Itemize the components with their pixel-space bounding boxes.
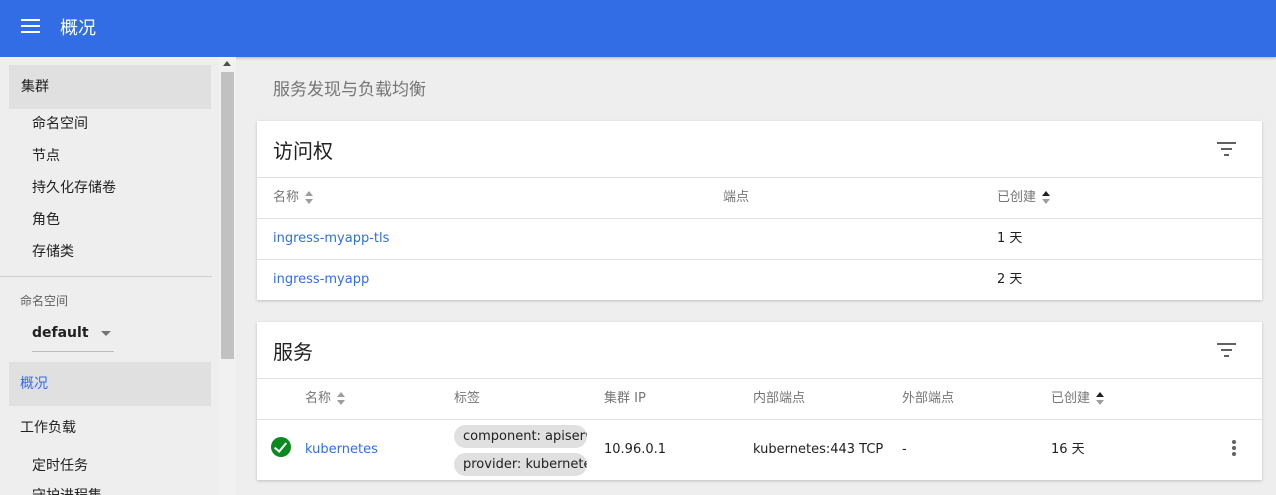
section-heading: 服务发现与负载均衡 xyxy=(273,80,426,100)
sort-icon[interactable] xyxy=(1096,391,1105,406)
page-title: 概况 xyxy=(60,18,96,39)
external-endpoints: - xyxy=(902,442,907,457)
chevron-down-icon xyxy=(101,331,111,336)
sort-icon[interactable] xyxy=(305,190,314,205)
more-vert-icon[interactable] xyxy=(1232,440,1236,456)
column-header-external-endpoints: 外部端点 xyxy=(902,391,955,406)
sidebar-item-daemon-sets[interactable]: 守护进程集 xyxy=(32,486,102,495)
sidebar-scrollbar[interactable] xyxy=(219,57,236,495)
top-app-bar: 概况 xyxy=(0,0,1276,57)
sidebar-item-roles[interactable]: 角色 xyxy=(32,210,60,230)
sidebar-item-workloads[interactable]: 工作负载 xyxy=(20,418,76,438)
ingress-name-link[interactable]: ingress-myapp xyxy=(273,271,369,289)
divider xyxy=(257,218,1262,219)
sidebar-item-storage-classes[interactable]: 存储类 xyxy=(32,242,74,262)
divider xyxy=(257,259,1262,260)
sidebar-section-cluster[interactable]: 集群 xyxy=(9,65,211,109)
ingress-card-title: 访问权 xyxy=(273,139,333,163)
column-header-name: 名称 xyxy=(273,189,314,207)
column-header-created-label: 已创建 xyxy=(997,190,1037,205)
ingress-created: 2 天 xyxy=(997,272,1023,287)
column-header-endpoints: 端点 xyxy=(723,190,750,205)
sidebar-item-overview[interactable]: 概况 xyxy=(9,362,211,406)
column-header-labels: 标签 xyxy=(454,391,481,406)
table-row: kubernetes component: apiserver provider… xyxy=(257,420,1262,480)
column-header-name-label: 名称 xyxy=(305,391,332,406)
divider xyxy=(257,378,1262,379)
column-header-created: 已创建 xyxy=(997,189,1051,207)
sidebar-item-persistent-volumes[interactable]: 持久化存储卷 xyxy=(32,178,116,198)
services-card-title: 服务 xyxy=(273,340,313,364)
services-card: 服务 名称 标签 集群 IP 内部端点 外部端点 已创建 kubernetes … xyxy=(257,322,1262,480)
column-header-cluster-ip: 集群 IP xyxy=(604,391,646,406)
sidebar: 集群 命名空间 节点 持久化存储卷 角色 存储类 命名空间 default 概况… xyxy=(0,57,219,495)
cluster-ip: 10.96.0.1 xyxy=(604,442,667,457)
sidebar-divider xyxy=(0,276,212,277)
column-header-name: 名称 xyxy=(305,390,346,408)
namespace-select[interactable]: default xyxy=(32,322,114,352)
scrollbar-thumb[interactable] xyxy=(221,72,234,359)
ingress-name-link[interactable]: ingress-myapp-tls xyxy=(273,230,389,248)
divider xyxy=(257,177,1262,178)
label-chip[interactable]: component: apiserver xyxy=(454,425,587,448)
ingress-created: 1 天 xyxy=(997,231,1023,246)
label-chip[interactable]: provider: kubernetes xyxy=(454,453,587,476)
namespace-value: default xyxy=(32,325,89,341)
filter-icon[interactable] xyxy=(1217,142,1236,156)
column-header-internal-endpoints: 内部端点 xyxy=(753,391,806,406)
sort-icon[interactable] xyxy=(337,391,346,406)
sort-icon[interactable] xyxy=(1042,190,1051,205)
service-created: 16 天 xyxy=(1051,442,1085,457)
service-name-link[interactable]: kubernetes xyxy=(305,441,378,459)
sidebar-item-nodes[interactable]: 节点 xyxy=(32,146,60,166)
filter-icon[interactable] xyxy=(1217,343,1236,357)
sidebar-item-cron-jobs[interactable]: 定时任务 xyxy=(32,456,88,476)
sidebar-item-namespaces[interactable]: 命名空间 xyxy=(32,114,88,134)
column-header-created: 已创建 xyxy=(1051,390,1105,408)
menu-icon[interactable] xyxy=(21,19,40,33)
ingress-card: 访问权 名称 端点 已创建 ingress-myapp-tls 1 天 ingr… xyxy=(257,121,1262,300)
internal-endpoints: kubernetes:443 TCP xyxy=(753,442,884,457)
check-circle-icon xyxy=(271,437,291,457)
column-header-name-label: 名称 xyxy=(273,190,300,205)
column-header-created-label: 已创建 xyxy=(1051,391,1091,406)
namespace-label: 命名空间 xyxy=(20,294,69,308)
scroll-up-arrow-icon[interactable] xyxy=(223,61,231,66)
